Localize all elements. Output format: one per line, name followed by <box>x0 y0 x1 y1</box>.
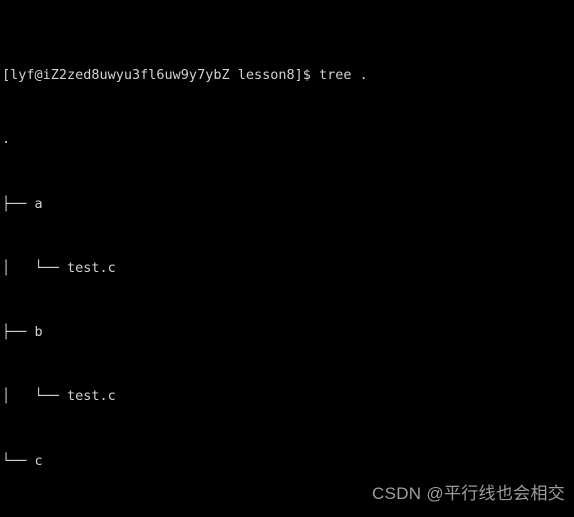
terminal-line-tree-file-a-test: │ └── test.c <box>2 259 116 276</box>
terminal-line-tree-file-b-test: │ └── test.c <box>2 388 116 405</box>
terminal-line-tree-dir-a: ├── a <box>2 195 43 212</box>
terminal-screen[interactable]: [lyf@iZ2zed8uwyu3fl6uw9y7ybZ lesson8]$ t… <box>2 1 574 517</box>
terminal-window[interactable]: [lyf@iZ2zed8uwyu3fl6uw9y7ybZ lesson8]$ t… <box>0 0 574 517</box>
terminal-line-tree-dir-b: ├── b <box>2 324 43 341</box>
terminal-line-tree-root: . <box>2 131 11 148</box>
terminal-line-prompt-tree: [lyf@iZ2zed8uwyu3fl6uw9y7ybZ lesson8]$ t… <box>2 67 368 84</box>
terminal-line-tree-dir-c: └── c <box>2 452 43 469</box>
